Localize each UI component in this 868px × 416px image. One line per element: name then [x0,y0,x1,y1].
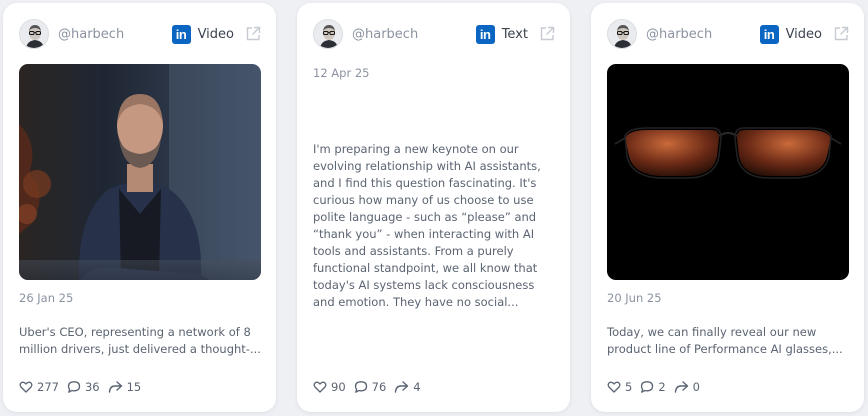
excerpt-line: curious how many of us choose to use [313,193,534,207]
shares-count: 0 [692,380,700,394]
external-link-icon[interactable] [244,25,262,43]
linkedin-icon: in [475,24,495,44]
post-type-label: Video [197,26,234,42]
excerpt-line: today's AI systems lack consciousness [313,278,535,292]
excerpt-line: evolving relationship with AI assistants… [313,159,541,173]
post-type-label: Text [501,26,528,42]
comment-icon [641,381,654,393]
likes-stat: 5 [607,380,632,394]
excerpt-line: Today, we can finally reveal our new [607,325,817,339]
post-date: 12 Apr 25 [313,66,370,80]
likes-count: 5 [625,380,633,394]
excerpt-line: Uber's CEO, representing a network of 8 [19,325,251,339]
comment-icon [354,381,367,393]
avatar[interactable] [19,19,49,49]
likes-stat: 277 [19,380,59,394]
excerpt-line: I'm preparing a new keynote on our [313,142,519,156]
share-icon [108,381,122,393]
video-thumbnail[interactable] [607,64,849,280]
share-icon [674,381,688,393]
card-header: @harbech in Text [313,18,556,50]
heart-icon [607,381,621,393]
engagement-stats: 5 2 0 [607,378,708,396]
shares-count: 15 [126,380,142,394]
external-link-icon[interactable] [832,25,850,43]
excerpt-line: “thank you” - when interacting with AI [313,227,535,241]
video-thumbnail[interactable] [19,64,261,280]
external-link-icon[interactable] [538,25,556,43]
comments-stat: 76 [354,380,387,394]
post-card[interactable]: @harbech in Video [591,3,864,412]
excerpt-line: product line of Performance AI glasses,.… [607,342,843,356]
likes-count: 90 [331,380,346,394]
avatar[interactable] [607,19,637,49]
post-type-label: Video [785,26,822,42]
comments-count: 36 [84,380,100,394]
post-excerpt[interactable]: Today, we can finally reveal our new pro… [607,324,850,358]
card-header: @harbech in Video [19,18,262,50]
comments-stat: 36 [67,380,100,394]
avatar[interactable] [313,19,343,49]
post-card[interactable]: @harbech in Text 12 Apr 25 I'm preparing… [297,3,570,412]
post-date: 20 Jun 25 [607,291,662,305]
comments-count: 2 [658,380,666,394]
card-header: @harbech in Video [607,18,850,50]
linkedin-icon: in [759,24,779,44]
shares-stat: 0 [674,380,700,394]
shares-stat: 4 [394,380,421,394]
post-card[interactable]: @harbech in Video [3,3,276,412]
comment-icon [67,381,81,393]
excerpt-line: tools and assistants. From a purely [313,244,514,258]
share-icon [395,381,409,393]
excerpt-line: million drivers, just delivered a though… [19,342,261,356]
heart-icon [313,381,327,393]
excerpt-line: functional standpoint, we all know that [313,261,538,275]
excerpt-line: and emotion. They have no social... [313,295,519,309]
post-date: 26 Jan 25 [19,291,74,305]
author-handle[interactable]: @harbech [58,27,172,42]
linkedin-icon: in [171,24,191,44]
comments-stat: 2 [640,380,666,394]
likes-stat: 90 [313,380,346,394]
engagement-stats: 277 36 15 [19,378,149,396]
likes-count: 277 [37,380,59,394]
heart-icon [19,381,33,393]
excerpt-line: polite language - such as “please” and [313,210,537,224]
shares-stat: 15 [108,380,142,394]
shares-count: 4 [413,380,421,394]
author-handle[interactable]: @harbech [646,27,760,42]
excerpt-line: and I find this question fascinating. It… [313,176,537,190]
post-excerpt[interactable]: I'm preparing a new keynote on our evolv… [313,141,556,311]
post-excerpt[interactable]: Uber's CEO, representing a network of 8 … [19,324,262,358]
engagement-stats: 90 76 4 [313,378,429,396]
comments-count: 76 [371,380,387,394]
author-handle[interactable]: @harbech [352,27,476,42]
